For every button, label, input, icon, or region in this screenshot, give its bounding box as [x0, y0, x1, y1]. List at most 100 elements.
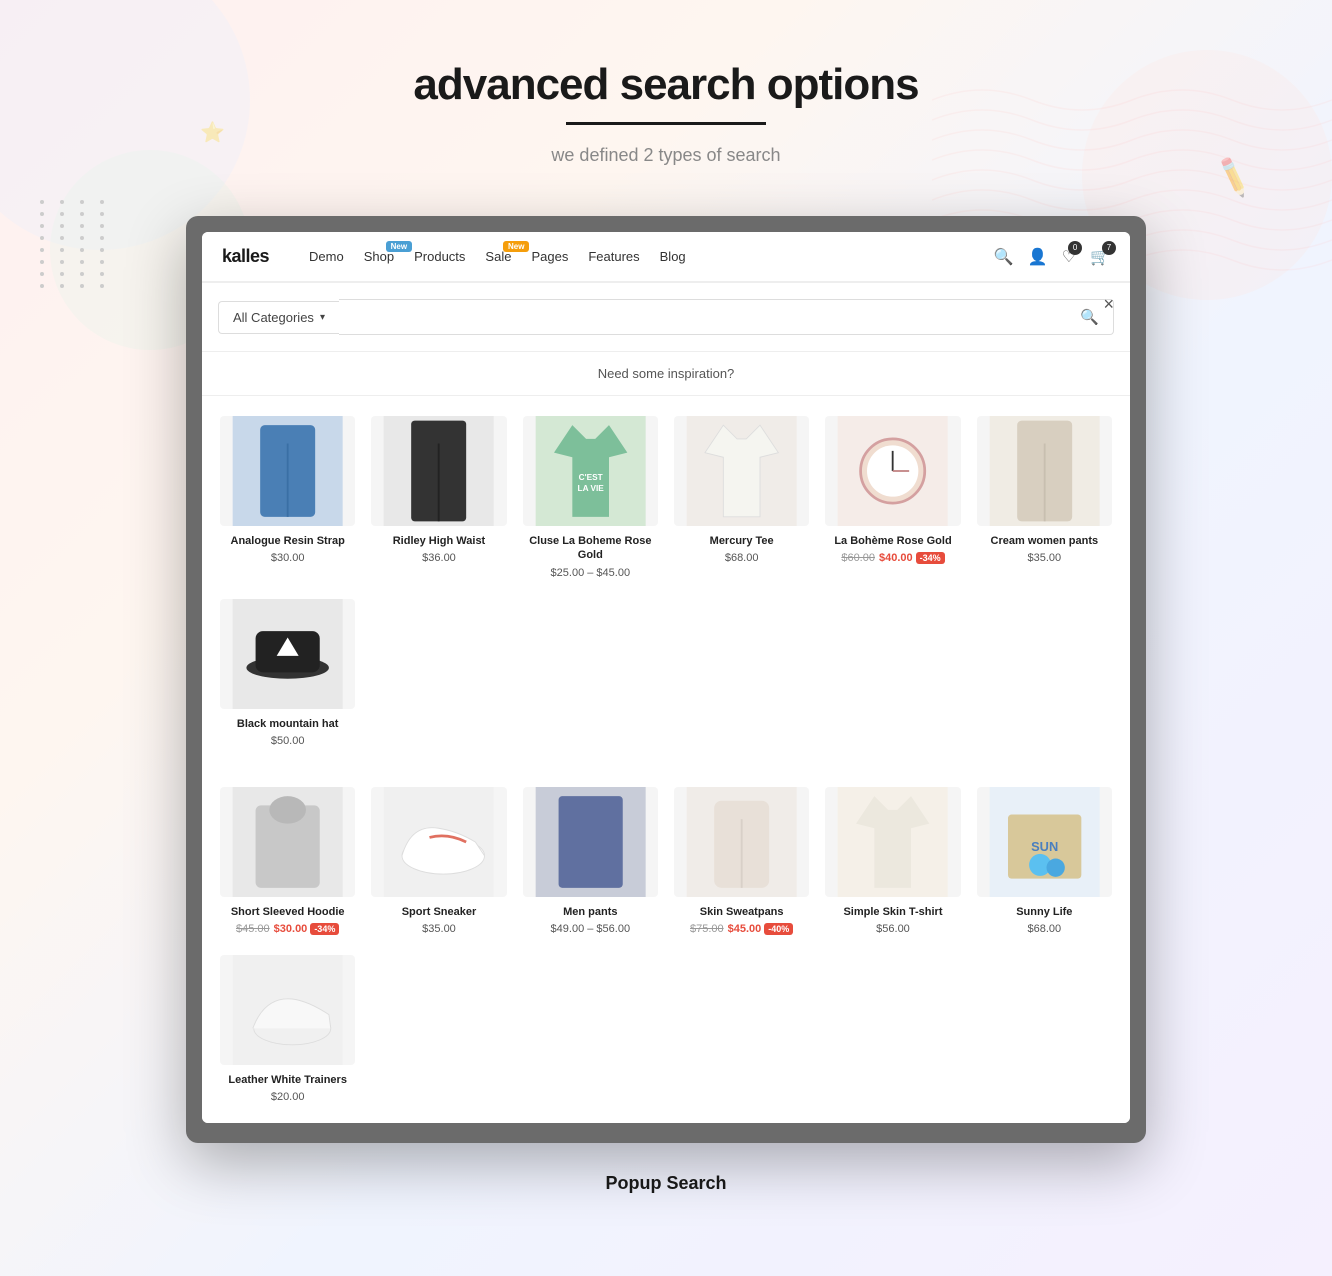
- inspiration-text: Need some inspiration?: [202, 352, 1130, 396]
- search-bar: All Categories ▾ 🔍: [202, 283, 1130, 352]
- product-image: C'EST LA VIE: [523, 416, 658, 526]
- page-subtitle: we defined 2 types of search: [0, 145, 1332, 166]
- original-price: $45.00: [236, 923, 270, 935]
- product-image: [220, 599, 355, 709]
- search-input-wrap: 🔍: [339, 299, 1114, 335]
- product-image: [220, 955, 355, 1065]
- category-select[interactable]: All Categories ▾: [218, 301, 339, 334]
- product-name: Leather White Trainers: [220, 1073, 355, 1087]
- product-price: $60.00 $40.00-34%: [825, 552, 960, 564]
- product-price: $35.00: [977, 552, 1112, 564]
- product-name: Simple Skin T-shirt: [825, 905, 960, 919]
- sale-badge: -34%: [310, 923, 339, 935]
- navbar-search-icon[interactable]: 🔍: [994, 247, 1014, 267]
- product-image: [825, 416, 960, 526]
- product-image: [220, 787, 355, 897]
- product-name: Analogue Resin Strap: [220, 534, 355, 548]
- svg-text:LA VIE: LA VIE: [577, 484, 604, 493]
- product-name: Ridley High Waist: [371, 534, 506, 548]
- product-price: $49.00 – $56.00: [523, 923, 658, 935]
- product-name: Cream women pants: [977, 534, 1112, 548]
- sale-price: $30.00: [274, 923, 308, 935]
- navbar-icons: 🔍 👤 ♡0 🛒7: [994, 247, 1110, 267]
- product-price: $50.00: [220, 735, 355, 747]
- product-name: Sunny Life: [977, 905, 1112, 919]
- section-footer-label: Popup Search: [605, 1173, 726, 1193]
- modal-close-button[interactable]: ×: [1103, 295, 1114, 313]
- nav-item-sale[interactable]: SaleNew: [485, 249, 511, 264]
- search-submit-button[interactable]: 🔍: [1080, 308, 1099, 326]
- product-price: $20.00: [220, 1091, 355, 1103]
- product-price: $36.00: [371, 552, 506, 564]
- product-card[interactable]: Cream women pants $35.00: [969, 406, 1120, 589]
- sale-price: $45.00: [728, 923, 762, 935]
- search-input[interactable]: [353, 310, 1080, 325]
- nav-item-features[interactable]: Features: [588, 249, 639, 264]
- product-price: $68.00: [977, 923, 1112, 935]
- product-image: [523, 787, 658, 897]
- sale-badge: -34%: [916, 552, 945, 564]
- product-card[interactable]: Sport Sneaker$35.00: [363, 777, 514, 945]
- sale-badge: -40%: [764, 923, 793, 935]
- svg-text:SUN: SUN: [1031, 839, 1058, 854]
- navbar-nav: Demo ShopNew Products SaleNew Pages Features B…: [309, 249, 994, 264]
- product-name: Black mountain hat: [220, 717, 355, 731]
- product-price: $35.00: [371, 923, 506, 935]
- nav-item-pages[interactable]: Pages: [531, 249, 568, 264]
- page-title: advanced search options: [0, 60, 1332, 110]
- product-price: $75.00 $45.00-40%: [674, 923, 809, 935]
- product-name: La Bohème Rose Gold: [825, 534, 960, 548]
- product-card[interactable]: Skin Sweatpans $75.00 $45.00-40%: [666, 777, 817, 945]
- nav-item-products[interactable]: Products: [414, 249, 465, 264]
- product-card[interactable]: Mercury Tee $68.00: [666, 406, 817, 589]
- navbar-user-icon[interactable]: 👤: [1028, 247, 1048, 267]
- product-image: SUN: [977, 787, 1112, 897]
- navbar-wishlist-icon[interactable]: ♡0: [1062, 247, 1076, 267]
- product-name: Skin Sweatpans: [674, 905, 809, 919]
- product-image: [674, 416, 809, 526]
- product-card[interactable]: La Bohème Rose Gold $60.00 $40.00-34%: [817, 406, 968, 589]
- section-footer: Popup Search: [0, 1143, 1332, 1224]
- sale-price: $40.00: [879, 552, 913, 564]
- product-card[interactable]: Leather White Trainers $20.00: [212, 945, 363, 1113]
- product-card[interactable]: Analogue Resin Strap $30.00: [212, 406, 363, 589]
- product-price: $25.00 – $45.00: [523, 567, 658, 579]
- product-card[interactable]: SUN Sunny Life $68.00: [969, 777, 1120, 945]
- product-price: $30.00: [220, 552, 355, 564]
- navbar: kalles Demo ShopNew Products SaleNew Pages Fe…: [202, 232, 1130, 282]
- product-image: [371, 416, 506, 526]
- page-header: advanced search options we defined 2 typ…: [0, 0, 1332, 196]
- nav-item-blog[interactable]: Blog: [660, 249, 686, 264]
- product-card[interactable]: C'EST LA VIE Cluse La Boheme Rose Gold $25.…: [515, 406, 666, 589]
- product-name: Cluse La Boheme Rose Gold: [523, 534, 658, 563]
- product-price: $68.00: [674, 552, 809, 564]
- product-price: $45.00 $30.00-34%: [220, 923, 355, 935]
- product-name: Men pants: [523, 905, 658, 919]
- product-card[interactable]: Ridley High Waist $36.00: [363, 406, 514, 589]
- product-image: [220, 416, 355, 526]
- product-image: [371, 787, 506, 897]
- svg-text:C'EST: C'EST: [578, 473, 602, 482]
- chevron-down-icon: ▾: [320, 312, 325, 323]
- title-underline: [566, 122, 766, 125]
- browser-frame: kalles Demo ShopNew Products SaleNew Pages Fe…: [186, 216, 1146, 1143]
- search-modal: × All Categories ▾ 🔍 Need some inspirati…: [202, 282, 1130, 1123]
- product-card[interactable]: Simple Skin T-shirt $56.00: [817, 777, 968, 945]
- nav-item-demo[interactable]: Demo: [309, 249, 344, 264]
- original-price: $75.00: [690, 923, 724, 935]
- navbar-logo[interactable]: kalles: [222, 246, 269, 267]
- dots-decoration: for(let i=0;i<32;i++) document.currentSc…: [40, 200, 112, 288]
- product-name: Short Sleeved Hoodie: [220, 905, 355, 919]
- product-price: $56.00: [825, 923, 960, 935]
- browser-inner: kalles Demo ShopNew Products SaleNew Pages Fe…: [202, 232, 1130, 1123]
- navbar-cart-icon[interactable]: 🛒7: [1090, 247, 1110, 267]
- nav-item-shop[interactable]: ShopNew: [364, 249, 394, 264]
- product-card[interactable]: Black mountain hat $50.00: [212, 589, 363, 757]
- product-image: [977, 416, 1112, 526]
- category-select-label: All Categories: [233, 310, 314, 325]
- product-card[interactable]: Short Sleeved Hoodie $45.00 $30.00-34%: [212, 777, 363, 945]
- product-name: Mercury Tee: [674, 534, 809, 548]
- original-price: $60.00: [841, 552, 875, 564]
- products-row-1: Analogue Resin Strap $30.00 Ridley High Wa…: [202, 396, 1130, 767]
- product-card[interactable]: Men pants $49.00 – $56.00: [515, 777, 666, 945]
